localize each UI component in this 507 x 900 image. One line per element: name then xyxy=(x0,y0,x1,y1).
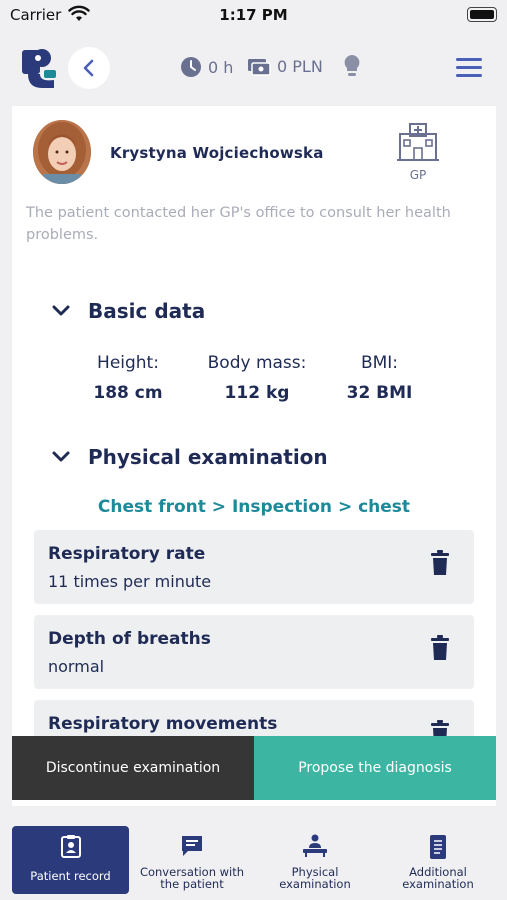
discontinue-examination-button[interactable]: Discontinue examination xyxy=(12,736,254,800)
status-bar: Carrier 1:17 PM xyxy=(0,0,507,30)
menu-hamburger-icon[interactable] xyxy=(456,58,482,78)
tab-label: Patient record xyxy=(30,869,111,883)
finding-item: Depth of breaths normal xyxy=(34,615,474,689)
body-mass-field: Body mass: 112 kg xyxy=(202,353,312,403)
chevron-left-icon xyxy=(83,59,94,77)
tab-additional-examination[interactable]: Additional examination xyxy=(382,826,494,894)
tab-label: Additional examination xyxy=(402,865,474,891)
tab-patient-record[interactable]: Patient record xyxy=(12,826,129,894)
body-mass-label: Body mass: xyxy=(207,353,307,373)
body-mass-value: 112 kg xyxy=(224,383,290,403)
cost-value: 0 PLN xyxy=(277,56,323,76)
tab-label: Conversation with the patient xyxy=(139,865,245,891)
tab-physical-examination[interactable]: Physical examination xyxy=(258,826,372,894)
bmi-label: BMI: xyxy=(360,353,399,373)
clock-icon xyxy=(181,57,201,77)
physical-exam-title: Physical examination xyxy=(88,445,328,469)
time-spent-stat: 0 h xyxy=(180,56,233,78)
time-spent-value: 0 h xyxy=(208,57,234,77)
finding-title: Respiratory movements xyxy=(48,714,278,734)
cost-stat: 0 PLN xyxy=(247,56,323,76)
bmi-field: BMI: 32 BMI xyxy=(342,353,417,403)
finding-value: 11 times per minute xyxy=(48,572,212,591)
patient-record-icon xyxy=(60,835,81,858)
propose-diagnosis-button[interactable]: Propose the diagnosis xyxy=(254,736,496,800)
patient-avatar xyxy=(33,120,91,184)
physical-exam-icon xyxy=(303,834,327,857)
bmi-value: 32 BMI xyxy=(346,383,413,403)
chevron-down-icon xyxy=(52,305,70,316)
facility-label: GP xyxy=(409,168,427,182)
exam-action-bar: Discontinue examination Propose the diag… xyxy=(12,736,496,800)
height-field: Height: 188 cm xyxy=(92,353,164,403)
trash-icon[interactable] xyxy=(430,550,450,576)
finding-value: normal xyxy=(48,657,105,676)
clock: 1:17 PM xyxy=(219,6,288,24)
patient-description: The patient contacted her GP's office to… xyxy=(26,205,451,243)
app-logo-icon xyxy=(22,49,56,88)
clinic-building-icon xyxy=(397,123,439,161)
height-value: 188 cm xyxy=(93,383,163,403)
patient-name: Krystyna Wojciechowska xyxy=(110,144,324,162)
chevron-down-icon xyxy=(52,451,70,462)
basic-data-title: Basic data xyxy=(88,299,206,323)
patient-card: Krystyna Wojciechowska GP The patient co… xyxy=(12,106,496,806)
battery-icon xyxy=(467,7,497,22)
tab-conversation[interactable]: Conversation with the patient xyxy=(136,826,248,894)
chat-icon xyxy=(182,836,202,856)
height-label: Height: xyxy=(97,353,159,373)
hint-bulb-icon[interactable] xyxy=(343,54,361,78)
tab-label: Physical examination xyxy=(279,865,351,891)
physical-exam-section-toggle[interactable]: Physical examination xyxy=(52,445,328,469)
exam-breadcrumb: Chest front > Inspection > chest xyxy=(97,497,411,517)
back-button[interactable] xyxy=(68,47,110,89)
bottom-tab-bar: Patient record Conversation with the pat… xyxy=(0,820,507,900)
finding-title: Respiratory rate xyxy=(48,544,206,564)
app-header: 0 h 0 PLN xyxy=(0,34,507,104)
basic-data-section-toggle[interactable]: Basic data xyxy=(52,299,205,323)
additional-exam-icon xyxy=(430,835,446,859)
finding-item: Respiratory rate 11 times per minute xyxy=(34,530,474,604)
money-icon xyxy=(248,59,271,76)
trash-icon[interactable] xyxy=(430,635,450,661)
finding-title: Depth of breaths xyxy=(48,629,211,649)
